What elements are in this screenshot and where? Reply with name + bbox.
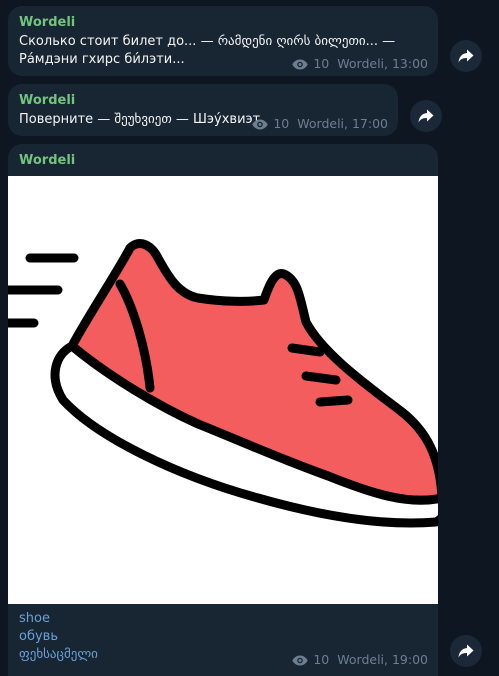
view-count: 10 [313, 652, 330, 667]
forward-button[interactable] [410, 100, 442, 132]
message-meta: 10 Wordeli, 13:00 [292, 57, 428, 71]
message-text-line-2: Ра́мдэни гхирс би́лэти... [19, 52, 185, 67]
message-bubble-3: Wordeli shoe обувь ფეხსაცმელი 10 Wordeli… [8, 144, 438, 676]
caption-line-2: обувь [19, 629, 58, 644]
forward-button[interactable] [450, 635, 482, 667]
view-count: 10 [273, 116, 290, 131]
message-signature: Wordeli, 13:00 [337, 56, 428, 71]
message-meta: 10 Wordeli, 17:00 [252, 117, 388, 131]
caption-line-1: shoe [19, 611, 50, 626]
sender-name[interactable]: Wordeli [19, 15, 75, 31]
message-bubble-2: Wordeli Поверните — შეუხვიეთ — Шэу́хвиэт… [8, 84, 398, 136]
message-text-line-1: Поверните — შეუხვიეთ — Шэу́хвиэт [19, 112, 261, 127]
forward-icon [418, 109, 434, 123]
photo[interactable] [8, 176, 438, 604]
message-bubble-1: Wordeli Сколько стоит билет до... — რამდ… [8, 6, 438, 76]
caption-line-3: ფეხსაცმელი [19, 647, 98, 662]
forward-icon [458, 49, 474, 63]
photo-caption: shoe обувь ფეხსაცმელი [19, 610, 98, 664]
message-text-line-1: Сколько стоит билет до... — რამდენი ღირს… [19, 34, 396, 49]
view-count: 10 [313, 56, 330, 71]
message-signature: Wordeli, 17:00 [297, 116, 388, 131]
message-meta: 10 Wordeli, 19:00 [292, 653, 428, 667]
forward-icon [458, 644, 474, 658]
forward-button[interactable] [450, 40, 482, 72]
eye-icon [292, 59, 309, 69]
sender-name[interactable]: Wordeli [19, 153, 75, 169]
message-signature: Wordeli, 19:00 [337, 652, 428, 667]
eye-icon [252, 119, 269, 129]
sender-name[interactable]: Wordeli [19, 93, 75, 109]
eye-icon [292, 655, 309, 665]
sneaker-illustration [8, 239, 438, 528]
